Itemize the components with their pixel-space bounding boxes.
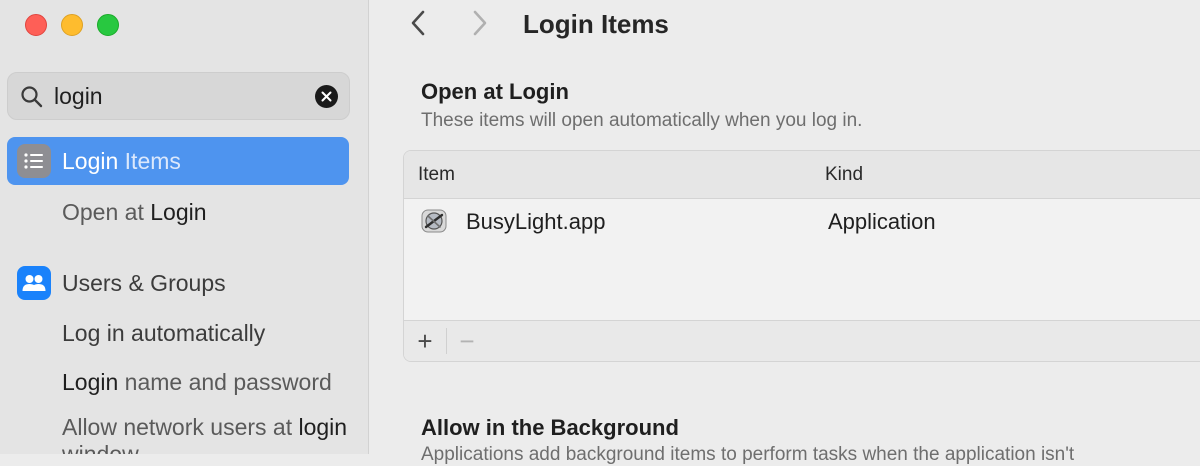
login-items-table: Item Kind BusyLight.app Application + − [403, 150, 1200, 362]
add-item-button[interactable]: + [410, 326, 440, 356]
allow-background-description: Applications add background items to per… [421, 444, 1075, 465]
allow-background-title: Allow in the Background [421, 415, 679, 440]
open-at-login-description: These items will open automatically when… [421, 110, 863, 131]
clear-search-icon[interactable] [315, 85, 338, 108]
remove-item-button[interactable]: − [452, 326, 482, 356]
zoom-button[interactable] [97, 14, 119, 36]
sidebar-subitem-open-at-login[interactable]: Open at Login [62, 199, 207, 226]
main-content: Login Items Open at Login These items wi… [369, 0, 1200, 465]
sidebar-subitem-log-in-automatically[interactable]: Log in automatically [62, 320, 265, 347]
column-header-kind[interactable]: Kind [825, 164, 863, 186]
row-item-name: BusyLight.app [466, 209, 606, 234]
chevron-left-icon [410, 10, 426, 41]
minimize-button[interactable] [61, 14, 83, 36]
table-header: Item Kind [404, 151, 1200, 199]
sidebar-item-login-items[interactable]: Login Items [7, 137, 349, 185]
toolbar-divider [446, 328, 447, 354]
table-row[interactable]: BusyLight.app Application [404, 199, 1200, 245]
close-button[interactable] [25, 14, 47, 36]
row-item-kind: Application [828, 209, 936, 234]
window-controls [25, 14, 119, 36]
back-button[interactable] [401, 8, 435, 42]
open-at-login-title: Open at Login [421, 79, 569, 104]
users-groups-icon [17, 266, 51, 300]
search-field[interactable] [7, 72, 350, 120]
page-title: Login Items [523, 9, 669, 39]
sidebar-item-users-groups[interactable]: Users & Groups [7, 259, 349, 307]
search-input[interactable] [54, 81, 304, 111]
column-header-item[interactable]: Item [418, 164, 455, 186]
sidebar: Login Items Open at Login Users & Groups… [0, 0, 369, 454]
search-icon [20, 85, 44, 114]
sidebar-item-label: Users & Groups [62, 269, 226, 296]
sidebar-subitem-login-name-password[interactable]: Login name and password [62, 369, 332, 396]
busylight-app-icon [420, 207, 448, 235]
list-icon [17, 144, 51, 178]
sidebar-item-label: Login Items [62, 147, 181, 174]
table-toolbar: + − [404, 320, 1200, 361]
forward-button[interactable] [463, 8, 497, 42]
sidebar-subitem-allow-network-users[interactable]: Allow network users at login window [62, 414, 352, 454]
chevron-right-icon [472, 10, 488, 41]
